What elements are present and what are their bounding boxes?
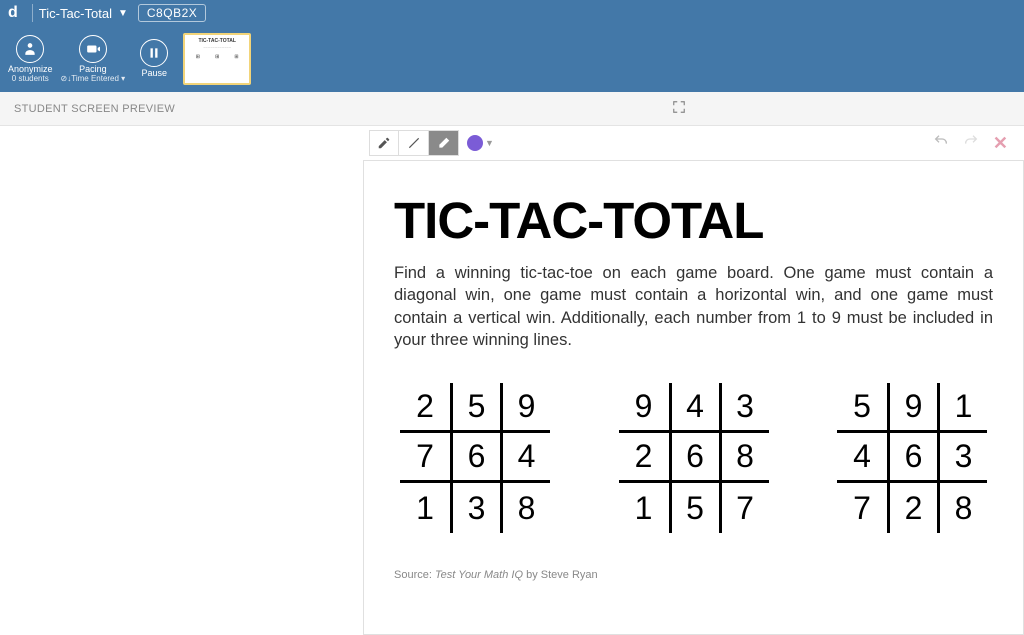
board-cell: 6 [887, 433, 937, 483]
app-logo[interactable]: d [8, 4, 18, 22]
subheader: STUDENT SCREEN PREVIEW [0, 92, 1024, 126]
pause-icon [140, 39, 168, 67]
slide-thumbnail[interactable]: TIC-TAC-TOTAL ~~~~~~~~~~~~ ⊞⊞⊞ [183, 33, 251, 85]
board-cell: 5 [669, 483, 719, 533]
pause-label: Pause [141, 69, 167, 79]
board-cell: 7 [719, 483, 769, 533]
color-picker[interactable] [467, 135, 483, 151]
thumb-preview: ⊞⊞⊞ [188, 54, 246, 60]
game-board: 943268157 [619, 383, 769, 533]
preview-label: STUDENT SCREEN PREVIEW [14, 103, 175, 115]
board-cell: 8 [500, 483, 550, 533]
board-cell: 9 [887, 383, 937, 433]
board-cell: 5 [450, 383, 500, 433]
teacher-toolbar: Anonymize 0 students Pacing ⊘↓Time Enter… [0, 26, 1024, 92]
board-cell: 6 [450, 433, 500, 483]
board-cell: 8 [719, 433, 769, 483]
board-cell: 4 [669, 383, 719, 433]
board-cell: 3 [719, 383, 769, 433]
board-cell: 8 [937, 483, 987, 533]
thumb-title: TIC-TAC-TOTAL [188, 38, 246, 44]
pacing-button[interactable]: Pacing ⊘↓Time Entered ▾ [61, 35, 126, 84]
board-cell: 6 [669, 433, 719, 483]
board-cell: 4 [837, 433, 887, 483]
worksheet-title: TIC-TAC-TOTAL [394, 191, 993, 250]
board-cell: 9 [619, 383, 669, 433]
board-cell: 7 [837, 483, 887, 533]
board-cell: 2 [619, 433, 669, 483]
pause-button[interactable]: Pause [133, 39, 175, 79]
anonymize-sublabel: 0 students [12, 75, 49, 84]
close-icon[interactable]: ✕ [993, 133, 1008, 154]
game-boards: 259764138943268157591463728 [394, 383, 993, 533]
board-cell: 9 [500, 383, 550, 433]
pencil-tool[interactable] [369, 130, 399, 156]
app-header: d Tic-Tac-Total ▼ C8QB2X [0, 0, 1024, 26]
board-cell: 3 [937, 433, 987, 483]
board-cell: 1 [619, 483, 669, 533]
draw-toolbar: ▼ ✕ [363, 126, 1024, 160]
board-cell: 1 [400, 483, 450, 533]
board-cell: 2 [400, 383, 450, 433]
undo-button[interactable] [933, 133, 949, 154]
board-cell: 3 [450, 483, 500, 533]
line-tool[interactable] [399, 130, 429, 156]
activity-title: Tic-Tac-Total [39, 6, 112, 21]
redo-button[interactable] [963, 133, 979, 154]
class-code[interactable]: C8QB2X [138, 4, 206, 22]
board-cell: 4 [500, 433, 550, 483]
eraser-tool[interactable] [429, 130, 459, 156]
board-cell: 1 [937, 383, 987, 433]
chevron-down-icon: ▼ [485, 138, 494, 148]
anonymize-button[interactable]: Anonymize 0 students [8, 35, 53, 84]
game-board: 591463728 [837, 383, 987, 533]
worksheet-source: Source: Test Your Math IQ by Steve Ryan [394, 569, 993, 581]
activity-dropdown[interactable]: Tic-Tac-Total ▼ [39, 6, 128, 21]
canvas-area: ▼ ✕ TIC-TAC-TOTAL Find a winning tic-tac… [363, 126, 1024, 635]
pacing-icon [79, 35, 107, 63]
worksheet: TIC-TAC-TOTAL Find a winning tic-tac-toe… [363, 160, 1024, 635]
board-cell: 2 [887, 483, 937, 533]
fullscreen-icon[interactable] [672, 100, 686, 117]
board-cell: 7 [400, 433, 450, 483]
worksheet-instructions: Find a winning tic-tac-toe on each game … [394, 262, 993, 351]
divider [32, 4, 33, 22]
chevron-down-icon: ▼ [118, 8, 128, 19]
pacing-sublabel: ⊘↓Time Entered ▾ [61, 75, 126, 84]
game-board: 259764138 [400, 383, 550, 533]
board-cell: 5 [837, 383, 887, 433]
anonymize-icon [16, 35, 44, 63]
